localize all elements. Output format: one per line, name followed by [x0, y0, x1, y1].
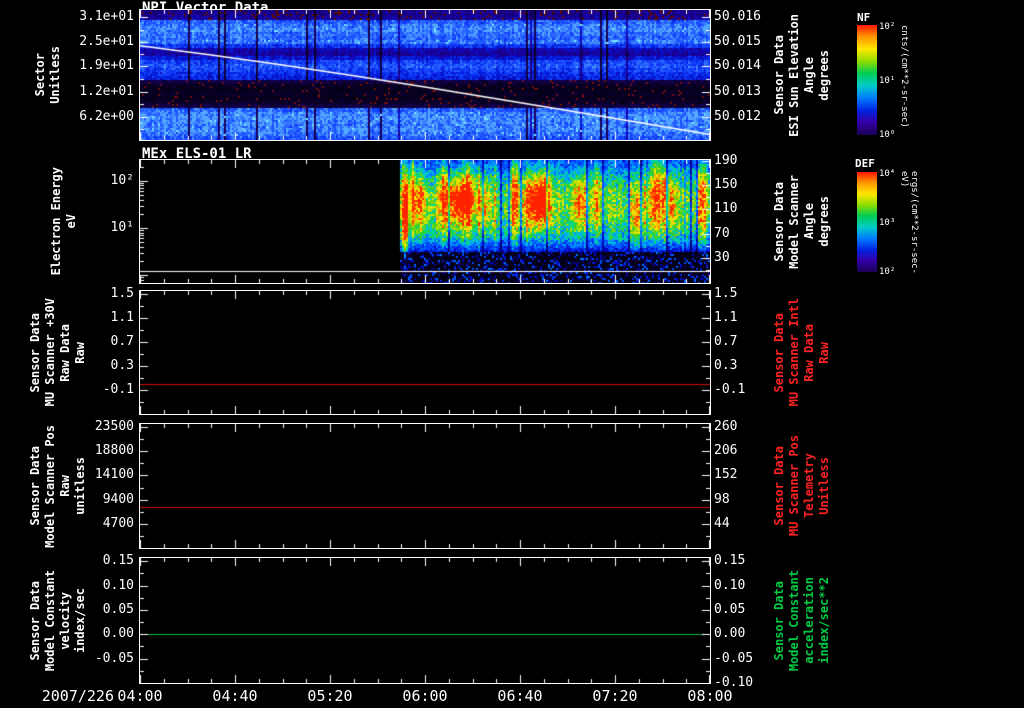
y-tick-label-right: 110 [714, 200, 738, 216]
y-tick-label-left: 0.10 [102, 577, 134, 593]
axis-label-line: degrees [817, 49, 831, 101]
y-tick-label-right: 50.016 [714, 9, 761, 25]
plot-area-model-constant[interactable] [139, 557, 711, 684]
y-tick-label-left: 1.2e+01 [79, 83, 134, 99]
colorbar-nf [857, 25, 877, 135]
colorbar-tick-label: 10⁴ [879, 169, 896, 179]
axis-label-line: Raw [817, 341, 831, 364]
y-tick-label-right: -0.1 [714, 382, 746, 397]
colorbar-tick-label: 10² [879, 22, 896, 33]
y-tick-label-left: 0.3 [110, 358, 134, 374]
colorbar-nf-title: NF [857, 11, 871, 24]
colorbar-def-title: DEF [855, 157, 875, 170]
x-axis-tick-label: 06:40 [497, 687, 543, 705]
colorbar-def [857, 172, 877, 272]
y-tick-label-right: 44 [714, 515, 730, 531]
y-tick-label-left: 23500 [94, 418, 134, 434]
plot-area-npi-spectrogram[interactable] [139, 9, 711, 141]
y-tick-label-right: -0.05 [714, 650, 754, 666]
colorbar-tick-label: 10⁰ [879, 129, 896, 140]
axis-label-line: Angle [802, 203, 816, 240]
y-tick-label-left: 0.7 [110, 334, 134, 350]
x-axis-tick-label: 07:20 [592, 687, 638, 705]
y-tick-label-right: 0.15 [714, 553, 746, 568]
axis-label-line: acceleration [802, 577, 816, 664]
plot-area-scanner-pos[interactable] [139, 423, 711, 549]
y-tick-label-right: 50.014 [714, 57, 761, 73]
y-tick-label-left: 4700 [102, 515, 134, 531]
y-tick-label-left: 1.9e+01 [79, 57, 134, 73]
colorbar-nf-unit: cnts/(cm**2-sr-sec) [899, 25, 909, 128]
y-tick-label-right: 0.7 [714, 334, 738, 350]
axis-label-line: Sensor Data [772, 580, 786, 661]
scanner-pos-line-canvas [140, 424, 710, 548]
y-tick-label-left: -0.1 [102, 382, 134, 397]
y-tick-label-left: 10² [110, 172, 134, 188]
x-axis-date-label: 2007/226 [41, 687, 114, 705]
y-tick-label-right: 152 [714, 467, 738, 483]
axis-label-line: index/sec**2 [817, 577, 831, 664]
npi-spectrogram-canvas [140, 10, 710, 140]
y-tick-label-left: 0.15 [102, 553, 134, 568]
x-axis-tick-label: 04:00 [117, 687, 163, 705]
y-tick-label-left: 14100 [94, 467, 134, 483]
y-tick-label-right: 0.10 [714, 577, 746, 593]
axis-label-line: Telemetry [802, 453, 816, 519]
y-tick-label-right: 70 [714, 226, 730, 242]
y-tick-label-left: 2.5e+01 [79, 33, 134, 49]
y-tick-label-left: -0.05 [94, 650, 134, 666]
els-spectrogram-canvas [140, 160, 710, 283]
colorbar-tick-label: 10² [879, 267, 896, 277]
y-tick-label-left: 1.1 [110, 310, 134, 326]
y-tick-label-right: 30 [714, 250, 730, 266]
colorbar-tick-label: 10³ [879, 218, 896, 228]
y-tick-label-right: 260 [714, 418, 738, 434]
y-tick-label-left: 9400 [102, 491, 134, 507]
y-tick-label-left: 0.00 [102, 626, 134, 642]
x-axis-tick-label: 06:00 [402, 687, 448, 705]
y-tick-label-left: 6.2e+00 [79, 108, 134, 124]
plot-area-els-spectrogram[interactable] [139, 159, 711, 284]
y-tick-label-right: 50.012 [714, 108, 761, 124]
y-tick-label-right: 98 [714, 491, 730, 507]
y-tick-label-left: 1.5 [110, 285, 134, 301]
y-tick-label-right: 50.015 [714, 33, 761, 49]
x-axis-tick-label: 05:20 [307, 687, 353, 705]
y-tick-label-right: 190 [714, 153, 738, 169]
colorbar-tick-label: 10¹ [879, 76, 896, 86]
axis-label-line: Angle [802, 56, 816, 94]
colorbar-def-unit: ergs/(cm**2-sr-sec-eV) [899, 171, 919, 274]
model-constant-line-canvas [140, 558, 710, 683]
y-tick-label-right: 0.00 [714, 626, 746, 642]
y-tick-label-right: 1.5 [714, 285, 738, 301]
y-tick-label-left: 10¹ [110, 220, 134, 236]
mu-scanner-line-canvas [140, 291, 710, 414]
y-tick-label-left: 18800 [94, 443, 134, 459]
y-tick-label-right: 150 [714, 176, 738, 192]
y-tick-label-right: 206 [714, 443, 738, 459]
y-tick-label-left: 3.1e+01 [79, 9, 134, 25]
axis-label-line: Unitless [817, 457, 831, 515]
y-tick-label-right: 0.3 [714, 358, 738, 374]
y-tick-label-right: 50.013 [714, 83, 761, 99]
axis-label-line: Raw Data [802, 323, 816, 382]
y-tick-label-right: 1.1 [714, 310, 738, 326]
x-axis-tick-label: 08:00 [687, 687, 733, 705]
y-tick-label-right: 0.05 [714, 601, 746, 617]
axis-label-line: index/sec [73, 587, 87, 654]
axis-label-line: Sensor Data [28, 580, 42, 661]
plot-area-mu-scanner-30v[interactable] [139, 290, 711, 415]
figure-multipanel-plot: NPI Vector Data MEx ELS-01 LR Sector Uni… [0, 0, 1024, 708]
axis-label-line: degrees [817, 196, 831, 247]
x-axis-tick-label: 04:40 [212, 687, 258, 705]
y-tick-label-left: 0.05 [102, 601, 134, 617]
